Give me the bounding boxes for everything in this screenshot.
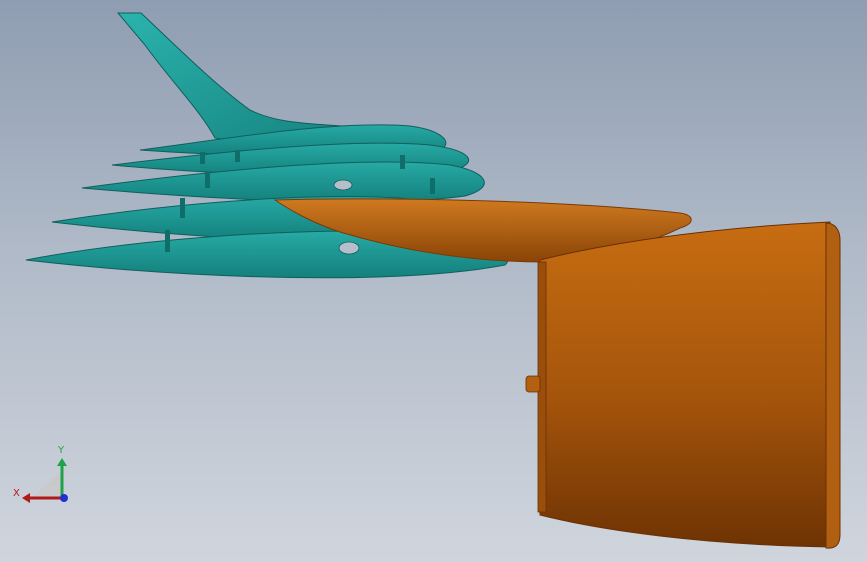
reference-triad: Y X — [13, 445, 68, 503]
y-arrow-icon — [57, 458, 67, 466]
cad-model[interactable] — [0, 0, 867, 562]
z-axis-dot-icon — [60, 494, 68, 502]
exhaust-stub — [525, 375, 541, 393]
triad-plane — [32, 470, 62, 498]
nacelle-lip — [825, 222, 841, 549]
engine-nacelle[interactable] — [525, 221, 841, 549]
x-arrow-icon — [22, 493, 30, 503]
graphics-viewport[interactable]: Y X — [0, 0, 867, 562]
y-axis-label: Y — [57, 445, 65, 456]
x-axis-label: X — [13, 488, 20, 499]
